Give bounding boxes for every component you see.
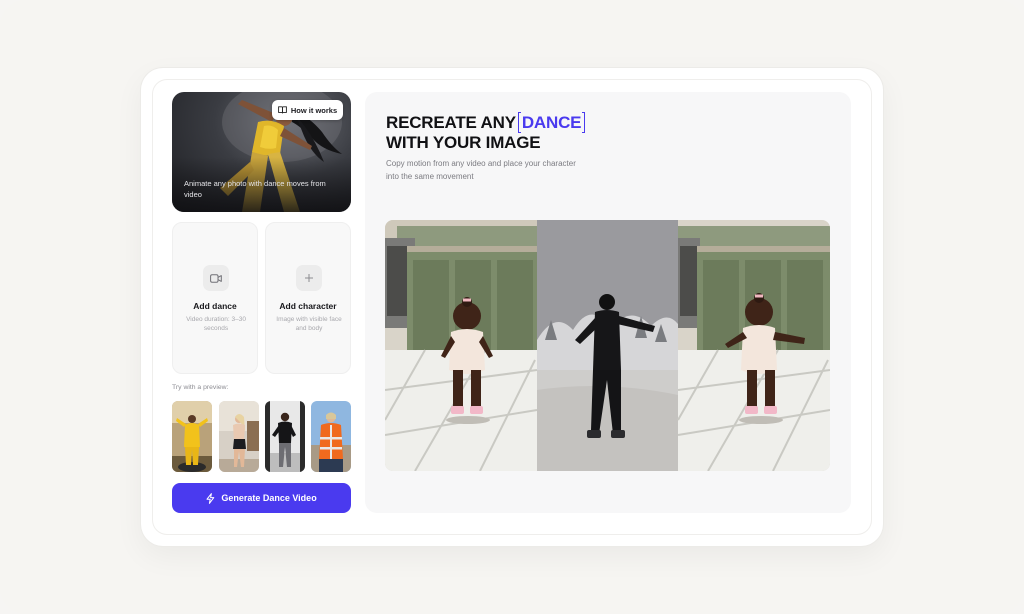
preset-thumbnail-1[interactable] [172, 401, 212, 472]
how-it-works-label: How it works [290, 105, 338, 115]
generate-dance-video-button[interactable]: Generate Dance Video [172, 483, 351, 513]
plus-icon [296, 265, 322, 291]
headline-accent-word: DANCE [517, 112, 586, 133]
how-it-works-button[interactable]: How it works [272, 100, 343, 120]
book-icon [278, 106, 287, 114]
hero-caption: Animate any photo with dance moves from … [184, 179, 326, 199]
generate-label: Generate Dance Video [221, 493, 317, 503]
lightning-icon [206, 492, 215, 504]
headline: RECREATE ANY DANCE WITH YOUR IMAGE [386, 112, 586, 153]
video-camera-icon [203, 265, 229, 291]
try-preview-label: Try with a preview: [172, 384, 229, 391]
add-dance-subtitle: Video duration: 3–30 seconds [186, 316, 246, 332]
add-dance-card[interactable]: Add dance Video duration: 3–30 seconds [172, 222, 258, 374]
add-character-title: Add character [279, 301, 337, 311]
source-dance-frame [537, 220, 678, 471]
panel-description: Copy motion from any video and place you… [386, 159, 576, 181]
add-dance-title: Add dance [193, 301, 237, 311]
dance-preview-image [385, 220, 830, 471]
bracket-left [517, 112, 521, 133]
result-frame [677, 220, 830, 471]
add-character-subtitle: Image with visible face and body [276, 316, 342, 332]
preset-thumbnail-2[interactable] [219, 401, 259, 472]
add-character-card[interactable]: Add character Image with visible face an… [265, 222, 351, 374]
preset-thumbnail-3[interactable] [265, 401, 305, 472]
preset-thumbnail-4[interactable] [311, 401, 351, 472]
headline-part1: RECREATE ANY [386, 112, 516, 132]
headline-part2: WITH YOUR IMAGE [386, 133, 541, 152]
source-character-frame [385, 220, 538, 471]
bracket-right [582, 112, 586, 133]
headline-accent-text: DANCE [521, 112, 582, 132]
